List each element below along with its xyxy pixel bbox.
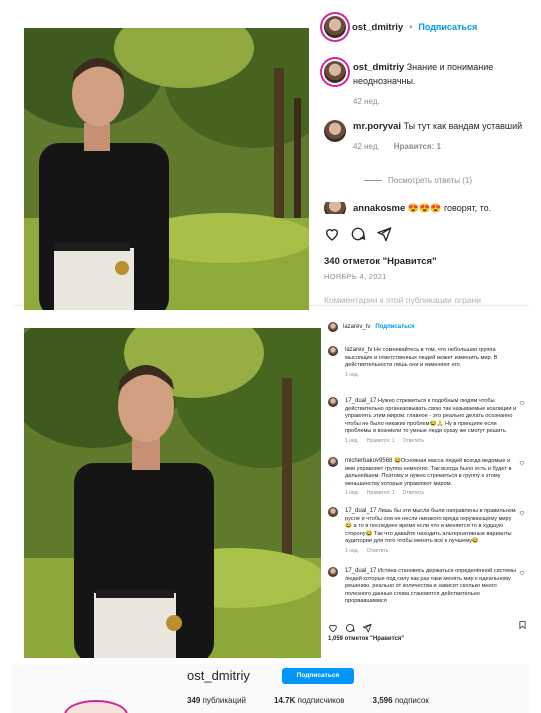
comment: 17_dual_17 Лишь бы эти мысли были направ… [328,507,518,554]
comment-username[interactable]: micherbakov9568 [345,458,392,464]
caption-avatar[interactable] [324,61,346,83]
likes-count[interactable]: 340 отметок "Нравится" [324,256,437,267]
post-side-panel: lazarev_tv Подписаться lazarev_tv Не сом… [322,320,529,660]
follow-button[interactable]: Подписаться [282,668,354,684]
partial-commenter-avatar[interactable] [324,202,346,214]
partial-comment-text: говорят, то. [443,203,492,213]
comment: 17_dual_17 Истина становясь держаться оп… [328,567,518,606]
comment: mr.poryvai Ты тут как вандам уставший 42… [324,120,524,151]
author-avatar[interactable] [328,322,338,332]
partial-comment-emoji: 😍😍😍 [407,203,442,213]
author-username[interactable]: lazarev_tv [343,324,370,330]
reply-button[interactable]: Ответить [403,438,424,444]
like-comment-icon[interactable] [519,510,525,516]
comment: lazarev_tv Не сомневайтесь в том, что не… [328,346,518,378]
comment-likes[interactable]: Нравится: 1 [367,490,395,496]
like-comment-icon[interactable] [519,400,525,406]
caption: ost_dmitriy Знание и понимание неоднозна… [324,61,524,106]
comment-avatar[interactable] [328,346,338,356]
profile-stats: 349 публикаций 14.7K подписчиков 3,596 п… [187,696,429,705]
caption-time[interactable]: 42 нед. [353,97,380,106]
comment-avatar[interactable] [328,507,338,517]
comment-time[interactable]: 1 нед. [345,438,359,444]
comment-username[interactable]: mr.poryvai [353,121,401,132]
separator-dot: • [409,22,413,32]
like-comment-icon[interactable] [519,460,525,466]
follow-button[interactable]: Подписаться [418,22,477,32]
profile-avatar[interactable] [64,700,128,713]
commenter-avatar[interactable] [324,120,346,142]
comment-time[interactable]: 1 нед. [345,490,359,496]
profile-header: ost_dmitriy Подписаться 349 публикаций 1… [12,664,529,713]
comment: micherbakov9568 😂Основная масса людей вс… [328,457,518,496]
comment-time[interactable]: 42 нед. [353,142,380,151]
comment-avatar[interactable] [328,457,338,467]
partial-comment-username[interactable]: annakosme [353,203,405,214]
comment-username[interactable]: 17_dual_17 [345,508,376,514]
author-username[interactable]: ost_dmitriy [352,22,403,33]
view-replies-label[interactable]: Посмотреть ответы (1) [388,176,472,185]
like-comment-icon[interactable] [519,570,525,576]
follow-button[interactable]: Подписаться [375,324,414,330]
likes-count[interactable]: 1,059 отметок "Нравится" [328,636,404,642]
comment-avatar[interactable] [328,567,338,577]
post-photo[interactable] [24,328,321,658]
profile-username: ost_dmitriy [187,668,250,683]
partial-comment: annakosme 😍😍😍 говорят, то. [324,202,529,214]
comments-restricted-note: Комментарии к этой публикации ограни [324,295,481,305]
post-date[interactable]: НОЯБРЬ 4, 2021 [324,272,387,281]
comment-text: Ты тут как вандам уставший [403,121,523,131]
comment-username[interactable]: lazarev_tv [345,347,372,353]
replies-line [364,180,382,181]
comment-likes[interactable]: Нравится: 1 [394,142,441,151]
comment-username[interactable]: 17_dual_17 [345,568,376,574]
post-photo[interactable] [24,28,309,310]
action-bar [324,226,392,247]
share-icon[interactable] [376,226,392,247]
posts-count[interactable]: 349 публикаций [187,696,246,705]
comment-username[interactable]: 17_dual_17 [345,398,376,404]
reply-button[interactable]: Ответить [367,548,388,554]
comment-icon[interactable] [350,226,366,247]
bookmark-icon[interactable] [518,620,527,630]
comment-time[interactable]: 1 нед. [345,548,359,554]
post-screenshot-2: lazarev_tv Подписаться lazarev_tv Не сом… [12,320,529,660]
followers-count[interactable]: 14.7K подписчиков [274,696,345,705]
comment-time[interactable]: 1 нед. [345,372,359,378]
post-side-panel: ost_dmitriy • Подписаться ost_dmitriy Зн… [316,6,529,306]
heart-icon[interactable] [324,226,340,247]
author-avatar[interactable] [324,16,346,38]
post-header: lazarev_tv Подписаться [328,322,415,332]
view-replies[interactable]: Посмотреть ответы (1) [364,176,472,185]
post-screenshot-1: ost_dmitriy • Подписаться ost_dmitriy Зн… [12,6,529,310]
following-count[interactable]: 3,596 подписок [373,696,429,705]
post-header: ost_dmitriy • Подписаться [324,16,477,38]
reply-button[interactable]: Ответить [403,490,424,496]
comment: 17_dual_17 Нужно стремиться к подобным л… [328,397,518,444]
comment-avatar[interactable] [328,397,338,407]
caption-username[interactable]: ost_dmitriy [353,62,404,73]
comment-likes[interactable]: Нравится: 1 [367,438,395,444]
